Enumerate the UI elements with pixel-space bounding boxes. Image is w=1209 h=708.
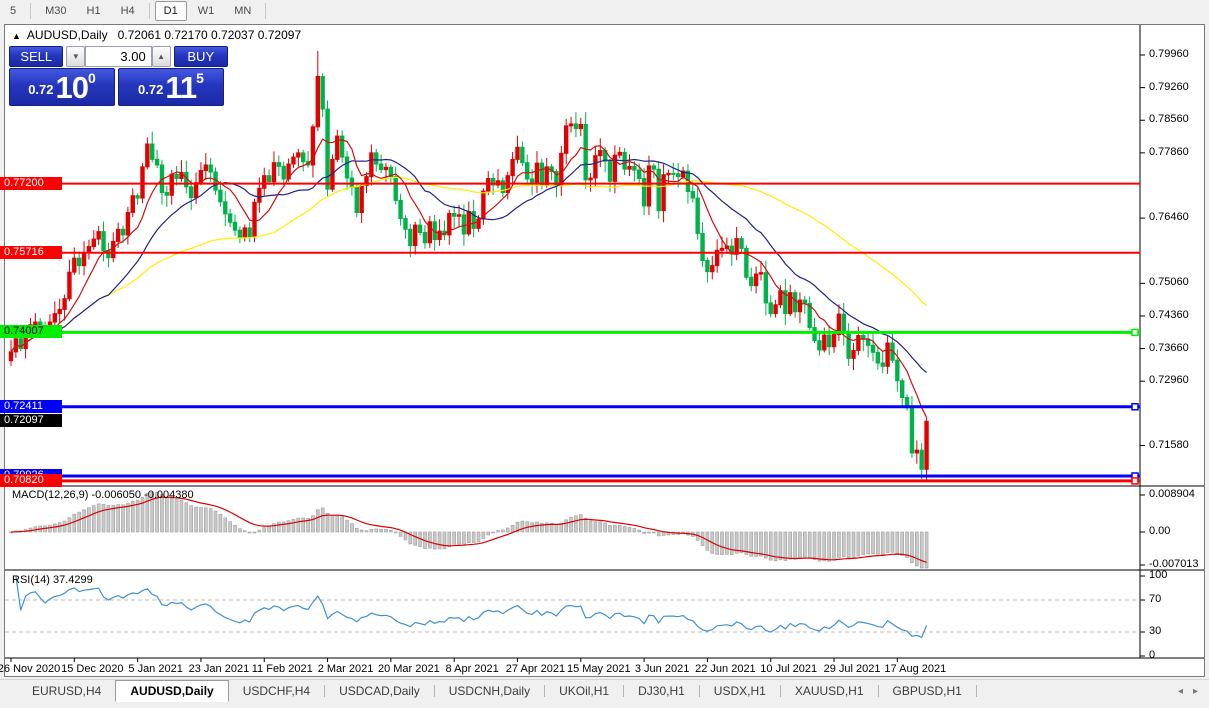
price-axis-tick: 0.79960 [1149,48,1189,60]
date-axis-label: 3 Jun 2021 [635,663,689,675]
macd-layer [10,492,929,568]
chart-tab-dj30[interactable]: DJ30,H1 [624,680,699,702]
price-axis-tick: 0.79260 [1149,81,1189,93]
volume-increase-button[interactable]: ▲ [152,46,171,67]
moving-averages-layer [11,139,927,417]
price-tag: 0.75716 [0,246,62,259]
chart-tab-usdcnh[interactable]: USDCNH,Daily [435,680,544,702]
buy-price-big: 11 [165,72,196,103]
macd-axis-tick: 0.008904 [1149,488,1195,500]
chart-tab-eurusd[interactable]: EURUSD,H4 [18,680,115,702]
rsi-axis-tick: 0 [1149,649,1155,661]
sell-button[interactable]: SELL [9,46,63,67]
date-axis-label: 20 Mar 2021 [378,663,440,675]
date-axis-label: 8 Apr 2021 [446,663,499,675]
price-tag: 0.72097 [0,414,62,427]
rsi-axis-tick: 100 [1149,569,1167,581]
buy-price-sup: 5 [196,71,204,85]
sell-price-sup: 0 [88,71,96,85]
rsi-axis-tick: 70 [1149,593,1161,605]
price-axis-tick: 0.77860 [1149,146,1189,158]
macd-label: MACD(12,26,9) -0.006050 -0.004380 [12,489,194,501]
price-axis-tick: 0.71580 [1149,439,1189,451]
price-axis-tick: 0.76460 [1149,211,1189,223]
tabs-scroll-right-icon[interactable]: ▸ [1188,686,1203,697]
date-axis-label: 27 Apr 2021 [506,663,565,675]
buy-button[interactable]: BUY [174,46,228,67]
chart-frame-lines [5,25,1204,658]
candlestick-layer [9,51,928,482]
date-axis-label: 17 Aug 2021 [884,663,946,675]
chart-tab-usdchf[interactable]: USDCHF,H4 [229,680,324,702]
volume-input[interactable]: 3.00 [85,46,151,67]
chart-tab-audusd[interactable]: AUDUSD,Daily [115,680,228,702]
chart-tab-bar: EURUSD,H4AUDUSD,DailyUSDCHF,H4USDCAD,Dai… [0,679,1209,702]
sell-price-prefix: 0.72 [28,77,53,103]
buy-price-button[interactable]: 0.72115 [118,68,224,106]
sell-price-button[interactable]: 0.72100 [9,68,115,106]
chart-tab-xauusd[interactable]: XAUUSD,H1 [781,680,878,702]
date-axis-label: 29 Jul 2021 [824,663,881,675]
chart-ohlc-values: 0.72061 0.72170 0.72037 0.72097 [118,28,302,42]
chart-tab-usdx[interactable]: USDX,H1 [700,680,780,702]
date-axis-label: 15 May 2021 [567,663,631,675]
rsi-axis-tick: 30 [1149,625,1161,637]
chart-tab-gbpusd[interactable]: GBPUSD,H1 [879,680,976,702]
price-axis-tick: 0.75060 [1149,276,1189,288]
tab-separator [976,685,977,697]
buy-price-prefix: 0.72 [138,77,163,103]
chart-symbol-label: AUDUSD,Daily [27,28,108,42]
collapse-triangle-icon[interactable]: ▲ [12,31,21,41]
chart-tab-ukoil[interactable]: UKOil,H1 [545,680,623,702]
date-axis-label: 10 Jul 2021 [760,663,817,675]
mt4-terminal: 5M30H1H4D1W1MN ▲AUDUSD,Daily0.72061 0.72… [0,0,1209,708]
date-axis-label: 2 Mar 2021 [318,663,374,675]
axis-ticks-layer [11,55,1145,662]
date-axis-label: 5 Jan 2021 [128,663,182,675]
price-tag: 0.70820 [0,474,62,487]
one-click-trading-panel: SELL ▼ 3.00 ▲ BUY 0.72100 0.72115 [9,46,228,106]
date-axis-label: 11 Feb 2021 [252,663,313,675]
price-axis-tick: 0.72960 [1149,374,1189,386]
chart-canvas [0,0,1209,708]
rsi-label: RSI(14) 37.4299 [12,574,93,586]
macd-axis-tick: 0.00 [1149,525,1170,537]
sell-price-big: 10 [56,72,88,103]
price-tag: 0.74007 [0,325,62,338]
tabs-scroll-left-icon[interactable]: ◂ [1173,686,1188,697]
volume-decrease-button[interactable]: ▼ [66,46,85,67]
price-tag: 0.77200 [0,177,62,190]
horizontal-levels-layer [5,184,1140,481]
price-tag: 0.72411 [0,400,62,413]
chart-title: ▲ AUDUSD,Daily 0.72061 0.72170 0.72037 0.7… [12,28,301,42]
rsi-layer [5,576,1140,637]
price-axis-tick: 0.73660 [1149,342,1189,354]
chart-tab-usdcad[interactable]: USDCAD,Daily [325,680,434,702]
date-axis-label: 23 Jan 2021 [189,663,250,675]
date-axis-label: 15 Dec 2020 [61,663,123,675]
date-axis-label: 26 Nov 2020 [0,663,60,675]
price-axis-tick: 0.74360 [1149,309,1189,321]
price-axis-tick: 0.78560 [1149,113,1189,125]
date-axis-label: 22 Jun 2021 [695,663,756,675]
